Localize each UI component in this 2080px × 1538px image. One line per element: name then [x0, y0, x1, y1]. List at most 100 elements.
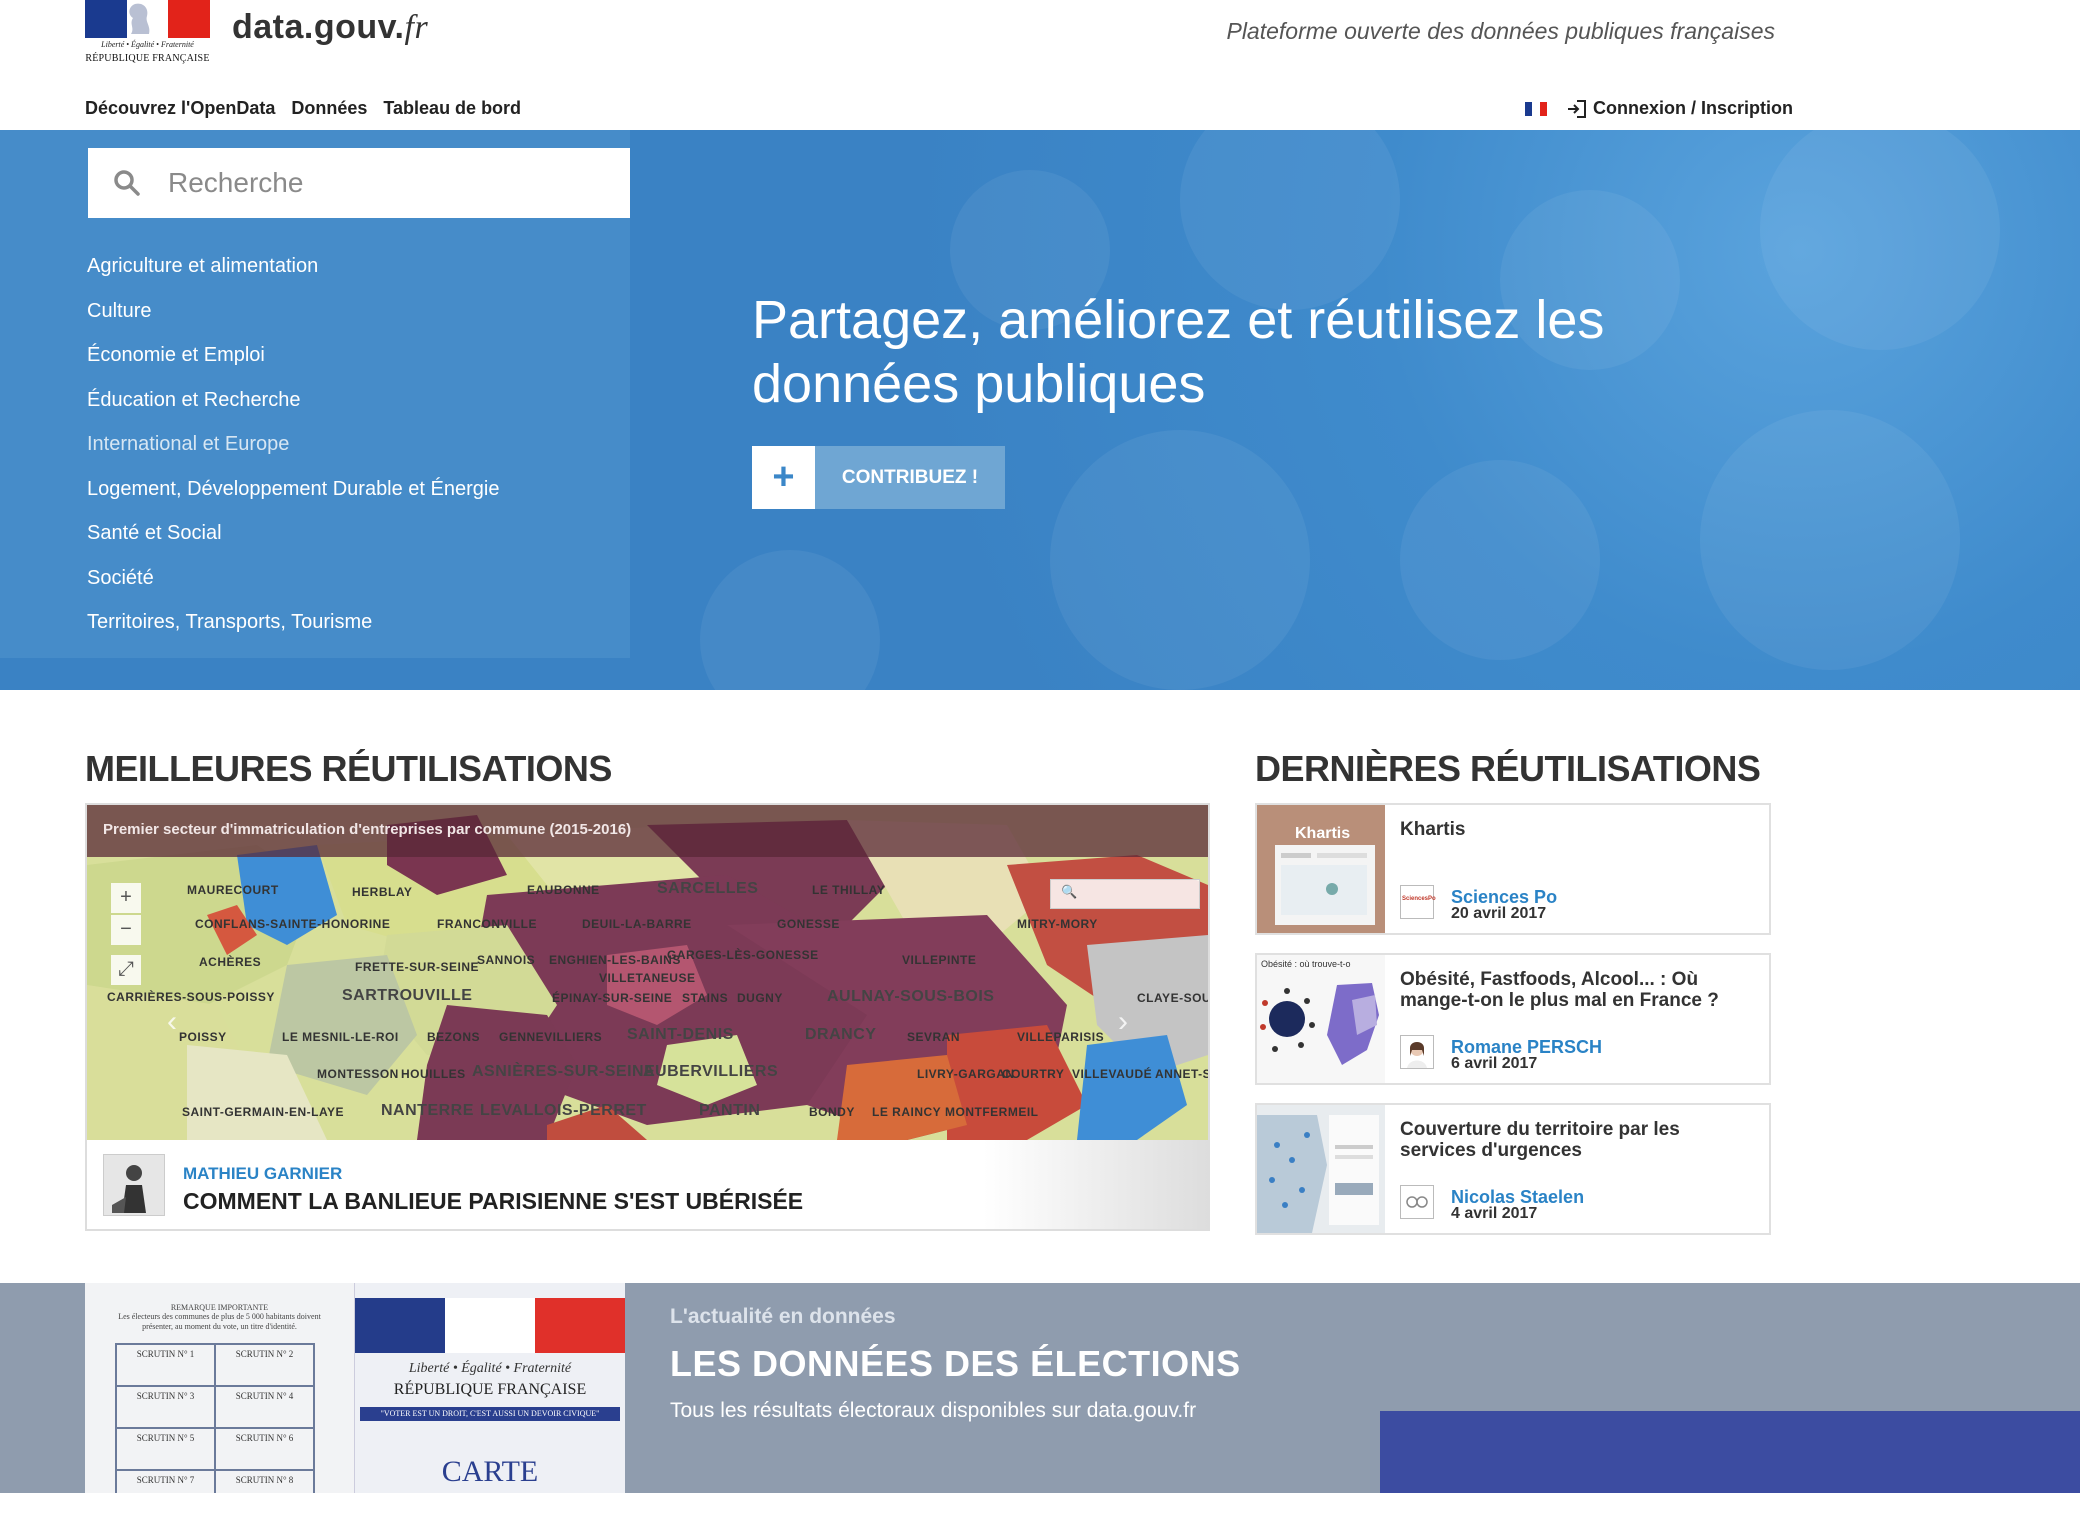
- scrutin-cell: SCRUTIN N° 7: [116, 1470, 215, 1493]
- topic-agriculture[interactable]: Agriculture et alimentation: [87, 252, 499, 297]
- map-town-label: Houilles: [401, 1067, 466, 1081]
- reuse-map-image: Premier secteur d'immatriculation d'entr…: [87, 805, 1208, 1140]
- reuse-author[interactable]: MATHIEU GARNIER: [183, 1164, 342, 1184]
- last-reuses-heading: DERNIÈRES RÉUTILISATIONS: [1255, 748, 1761, 789]
- bg-bubble: [1760, 130, 2000, 350]
- nav-tableau-de-bord[interactable]: Tableau de bord: [383, 98, 521, 119]
- topic-societe[interactable]: Société: [87, 564, 499, 609]
- card-left-panel: REMARQUE IMPORTANTE Les électeurs des co…: [85, 1283, 355, 1493]
- language-flag-icon[interactable]: [1524, 101, 1547, 116]
- page-bottom: [0, 1493, 2080, 1538]
- card-rf: RÉPUBLIQUE FRANÇAISE: [393, 1381, 587, 1398]
- map-town-label: Saint-Denis: [627, 1026, 734, 1043]
- map-town-label: Villevaudé: [1072, 1067, 1153, 1081]
- fullscreen-icon[interactable]: ⤢: [111, 955, 141, 985]
- list-item[interactable]: Obésité : où trouve-t-o Obésité, Fastfoo…: [1255, 953, 1771, 1085]
- card-flag-graphic: [355, 1298, 625, 1353]
- reuse-thumbnail: [1257, 1105, 1385, 1233]
- bg-bubble: [1180, 130, 1400, 310]
- topic-education[interactable]: Éducation et Recherche: [87, 386, 499, 431]
- scrutin-cell: SCRUTIN N° 3: [116, 1386, 215, 1428]
- avatar[interactable]: [1400, 1185, 1434, 1219]
- reuse-title[interactable]: Couverture du territoire par les service…: [1400, 1119, 1760, 1161]
- featured-reuse-footer: MATHIEU GARNIER COMMENT LA BANLIEUE PARI…: [87, 1140, 1208, 1229]
- site-header: Liberté • Égalité • Fraternité RÉPUBLIQU…: [0, 0, 2080, 130]
- map-town-label: Stains: [682, 991, 729, 1005]
- map-town-label: Claye-Souilly: [1137, 991, 1208, 1005]
- scrutin-cell: SCRUTIN N° 4: [215, 1386, 314, 1428]
- user-nav: Connexion / Inscription: [1524, 98, 1793, 119]
- zoom-in-icon[interactable]: +: [111, 883, 141, 913]
- main-nav: Découvrez l'OpenData Données Tableau de …: [85, 98, 521, 119]
- bg-bubble: [1400, 460, 1600, 660]
- news-bg-block: [1380, 1411, 2080, 1493]
- map-town-label: Asnières-sur-Seine: [472, 1063, 656, 1080]
- contribute-button[interactable]: + CONTRIBUEZ !: [752, 446, 1005, 509]
- map-town-label: Poissy: [179, 1030, 227, 1044]
- marianne-logo[interactable]: Liberté • Égalité • Fraternité RÉPUBLIQU…: [85, 0, 211, 70]
- zoom-out-icon[interactable]: −: [111, 915, 141, 945]
- search-icon[interactable]: [88, 169, 166, 197]
- carousel-next-icon[interactable]: ›: [1118, 1005, 1128, 1039]
- reuse-date: 4 avril 2017: [1451, 1205, 1538, 1222]
- topic-international[interactable]: International et Europe: [87, 430, 499, 475]
- list-item[interactable]: Couverture du territoire par les service…: [1255, 1103, 1771, 1235]
- search-input[interactable]: [166, 166, 606, 200]
- avatar[interactable]: [1400, 1035, 1434, 1069]
- map-town-label: Courtry: [1002, 1067, 1065, 1081]
- featured-reuse-card[interactable]: Premier secteur d'immatriculation d'entr…: [85, 803, 1210, 1231]
- hero-banner: Agriculture et alimentation Culture Écon…: [0, 130, 2080, 690]
- map-town-label: Montfermeil: [945, 1105, 1039, 1119]
- thumb-caption: Khartis: [1295, 825, 1351, 842]
- map-town-label: Annet-sur: [1155, 1067, 1208, 1081]
- reuse-title[interactable]: Obésité, Fastfoods, Alcool... : Où mange…: [1400, 969, 1760, 1011]
- news-title[interactable]: LES DONNÉES DES ÉLECTIONS: [670, 1343, 1241, 1385]
- map-town-label: Villepinte: [902, 953, 977, 967]
- reuse-title[interactable]: Khartis: [1400, 819, 1760, 840]
- map-town-label: Le Mesnil-le-Roi: [282, 1030, 399, 1044]
- scrutin-cell: SCRUTIN N° 2: [215, 1344, 314, 1386]
- scrutin-cell: SCRUTIN N° 5: [116, 1428, 215, 1470]
- sign-in-icon: [1567, 99, 1586, 118]
- topic-economie[interactable]: Économie et Emploi: [87, 341, 499, 386]
- scrutin-grid: SCRUTIN N° 1 SCRUTIN N° 2 SCRUTIN N° 3 S…: [115, 1343, 315, 1493]
- map-town-label: Bondy: [809, 1105, 855, 1119]
- news-kicker: L'actualité en données: [670, 1305, 896, 1328]
- map-town-label: Garges-lès-Gonesse: [667, 948, 819, 962]
- map-town-label: Gennevilliers: [499, 1030, 603, 1044]
- map-town-label: Aubervilliers: [643, 1063, 779, 1080]
- avatar[interactable]: [103, 1154, 165, 1216]
- thumb-caption: Obésité : où trouve-t-o: [1261, 959, 1351, 969]
- featured-reuse-title[interactable]: COMMENT LA BANLIEUE PARISIENNE S'EST UBÉ…: [183, 1188, 803, 1215]
- search-bar: [88, 148, 630, 218]
- topic-culture[interactable]: Culture: [87, 297, 499, 342]
- nav-decouvrez[interactable]: Découvrez l'OpenData: [85, 98, 275, 119]
- topic-sante[interactable]: Santé et Social: [87, 519, 499, 564]
- plus-icon: +: [752, 446, 815, 509]
- map-town-label: Pantin: [699, 1102, 761, 1119]
- map-town-label: Maurecourt: [187, 883, 279, 897]
- topic-territoires[interactable]: Territoires, Transports, Tourisme: [87, 608, 499, 653]
- map-town-label: Nanterre: [381, 1102, 474, 1119]
- map-town-label: Carrières-sous-Poissy: [107, 990, 275, 1004]
- carousel-prev-icon[interactable]: ‹: [167, 1005, 177, 1039]
- reuse-thumbnail: Khartis: [1257, 805, 1385, 933]
- map-town-label: Enghien-les-Bains: [549, 953, 681, 967]
- map-town-label: Montesson: [317, 1067, 399, 1081]
- map-town-label: Livry-Gargan: [917, 1067, 1015, 1081]
- logo-motto: Liberté • Égalité • Fraternité: [101, 40, 194, 49]
- topic-logement[interactable]: Logement, Développement Durable et Énerg…: [87, 475, 499, 520]
- map-town-label: Épinay-sur-Seine: [552, 991, 673, 1005]
- nav-donnees[interactable]: Données: [291, 98, 367, 119]
- bg-bubble: [1700, 410, 1960, 670]
- map-town-label: Sevran: [907, 1030, 961, 1044]
- card-motto: Liberté • Égalité • Fraternité: [408, 1361, 572, 1376]
- organization-logo[interactable]: SciencesPo: [1400, 885, 1436, 919]
- list-item[interactable]: Khartis Khartis SciencesPo Sciences Po 2…: [1255, 803, 1771, 935]
- login-link[interactable]: Connexion / Inscription: [1567, 98, 1793, 119]
- map-caption: Premier secteur d'immatriculation d'entr…: [87, 805, 1208, 857]
- news-banner[interactable]: REMARQUE IMPORTANTE Les électeurs des co…: [0, 1283, 2080, 1493]
- bg-bubble: [700, 550, 880, 690]
- site-brand[interactable]: data.gouv.fr: [232, 8, 428, 47]
- map-search-field[interactable]: 🔍: [1050, 879, 1200, 909]
